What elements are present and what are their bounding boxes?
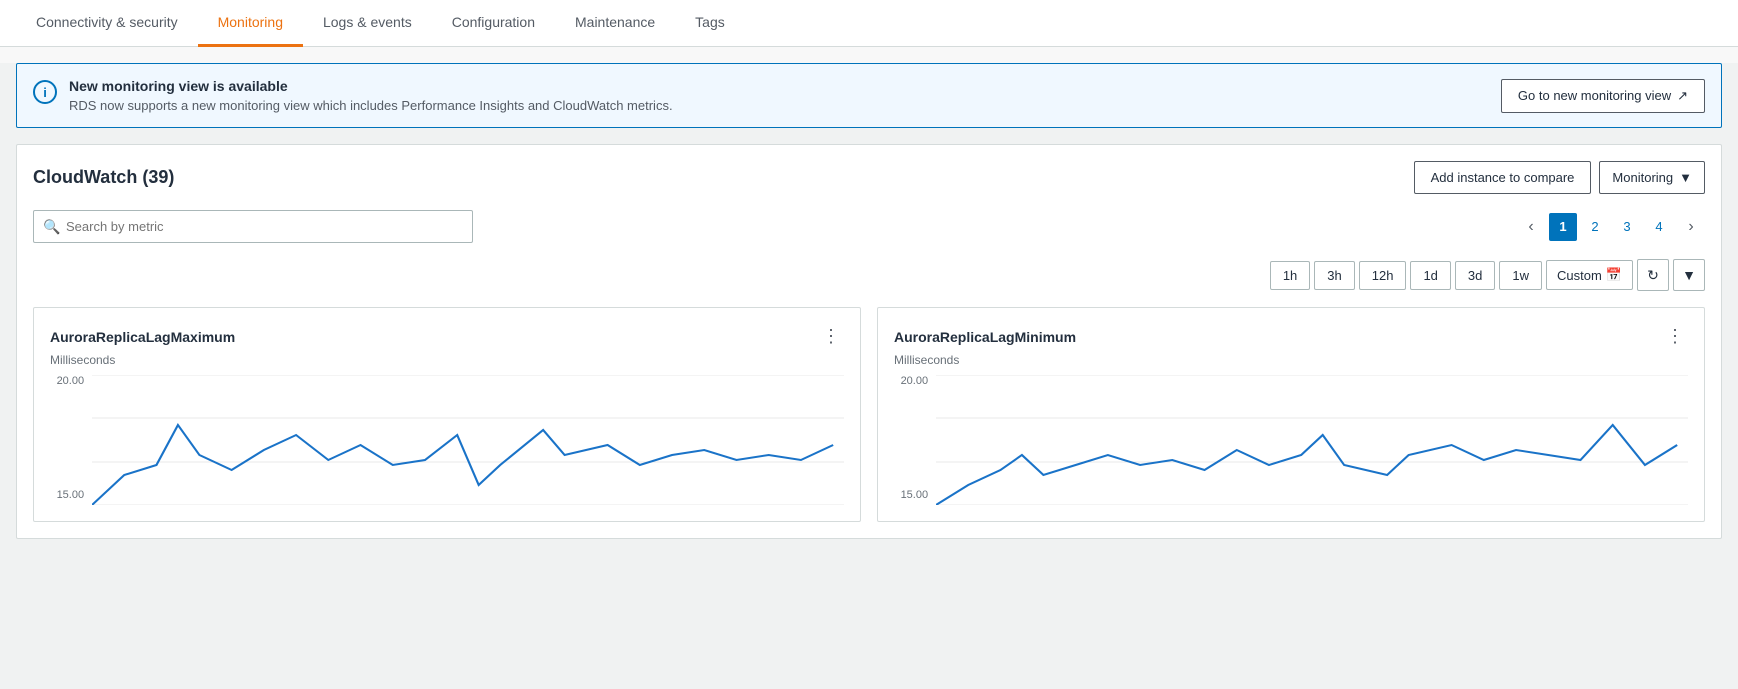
chart-card-1: AuroraReplicaLagMaximum ⋮ Milliseconds 2… xyxy=(33,307,861,522)
chart-2-svg xyxy=(936,375,1688,505)
monitoring-dropdown-button[interactable]: Monitoring ▼ xyxy=(1599,161,1705,194)
tab-logs[interactable]: Logs & events xyxy=(303,0,432,47)
chart-2-body: 20.00 15.00 xyxy=(894,375,1688,505)
monitoring-dropdown-label: Monitoring xyxy=(1612,170,1673,185)
pagination: ‹ 1 2 3 4 › xyxy=(1517,213,1705,241)
tab-maintenance[interactable]: Maintenance xyxy=(555,0,675,47)
go-to-new-monitoring-button[interactable]: Go to new monitoring view ↗ xyxy=(1501,79,1705,113)
banner-title: New monitoring view is available xyxy=(69,78,673,94)
cloudwatch-actions: Add instance to compare Monitoring ▼ xyxy=(1414,161,1705,194)
tab-tags[interactable]: Tags xyxy=(675,0,745,47)
chart-2-title: AuroraReplicaLagMinimum xyxy=(894,329,1076,345)
chart-card-1-header: AuroraReplicaLagMaximum ⋮ xyxy=(50,324,844,349)
chart-1-y-axis: 20.00 15.00 xyxy=(50,375,84,505)
chart-options-dropdown[interactable]: ▼ xyxy=(1673,259,1705,291)
chevron-down-icon: ▼ xyxy=(1679,170,1692,185)
go-to-new-monitoring-label: Go to new monitoring view xyxy=(1518,88,1671,103)
search-bar-row: 🔍 ‹ 1 2 3 4 › xyxy=(33,210,1705,243)
info-banner-text: New monitoring view is available RDS now… xyxy=(69,78,673,113)
external-link-icon: ↗ xyxy=(1677,88,1688,104)
time-custom-button[interactable]: Custom 📅 xyxy=(1546,260,1633,290)
pagination-next-button[interactable]: › xyxy=(1677,213,1705,241)
time-1d-button[interactable]: 1d xyxy=(1410,261,1450,290)
pagination-prev-button[interactable]: ‹ xyxy=(1517,213,1545,241)
pagination-page-4[interactable]: 4 xyxy=(1645,213,1673,241)
chart-1-unit: Milliseconds xyxy=(50,353,844,367)
chart-card-2: AuroraReplicaLagMinimum ⋮ Milliseconds 2… xyxy=(877,307,1705,522)
chart-1-menu-button[interactable]: ⋮ xyxy=(818,324,844,349)
chart-1-y-max: 20.00 xyxy=(50,375,84,387)
tab-monitoring[interactable]: Monitoring xyxy=(198,0,303,47)
refresh-icon: ↻ xyxy=(1647,267,1659,284)
cloudwatch-header: CloudWatch (39) Add instance to compare … xyxy=(33,161,1705,194)
time-12h-button[interactable]: 12h xyxy=(1359,261,1407,290)
chart-2-menu-button[interactable]: ⋮ xyxy=(1662,324,1688,349)
tab-bar: Connectivity & security Monitoring Logs … xyxy=(0,0,1738,47)
main-content: i New monitoring view is available RDS n… xyxy=(0,63,1738,689)
charts-grid: AuroraReplicaLagMaximum ⋮ Milliseconds 2… xyxy=(33,307,1705,522)
tab-connectivity[interactable]: Connectivity & security xyxy=(16,0,198,47)
calendar-icon: 📅 xyxy=(1606,267,1622,283)
banner-description: RDS now supports a new monitoring view w… xyxy=(69,98,673,113)
info-banner: i New monitoring view is available RDS n… xyxy=(16,63,1722,128)
pagination-page-3[interactable]: 3 xyxy=(1613,213,1641,241)
tab-configuration[interactable]: Configuration xyxy=(432,0,555,47)
chart-1-svg xyxy=(92,375,844,505)
chart-1-title: AuroraReplicaLagMaximum xyxy=(50,329,235,345)
time-3d-button[interactable]: 3d xyxy=(1455,261,1495,290)
refresh-button[interactable]: ↻ xyxy=(1637,259,1669,291)
info-banner-left: i New monitoring view is available RDS n… xyxy=(33,78,673,113)
pagination-page-2[interactable]: 2 xyxy=(1581,213,1609,241)
chart-2-y-min: 15.00 xyxy=(894,489,928,501)
chart-2-unit: Milliseconds xyxy=(894,353,1688,367)
time-custom-label: Custom xyxy=(1557,268,1602,283)
time-3h-button[interactable]: 3h xyxy=(1314,261,1354,290)
chevron-down-icon: ▼ xyxy=(1682,267,1696,283)
pagination-page-1[interactable]: 1 xyxy=(1549,213,1577,241)
search-input[interactable] xyxy=(33,210,473,243)
time-1h-button[interactable]: 1h xyxy=(1270,261,1310,290)
cloudwatch-title: CloudWatch (39) xyxy=(33,167,174,188)
time-filter-row: 1h 3h 12h 1d 3d 1w Custom 📅 ↻ ▼ xyxy=(33,259,1705,291)
chart-1-body: 20.00 15.00 xyxy=(50,375,844,505)
chart-2-y-axis: 20.00 15.00 xyxy=(894,375,928,505)
cloudwatch-section: CloudWatch (39) Add instance to compare … xyxy=(16,144,1722,539)
chart-1-y-min: 15.00 xyxy=(50,489,84,501)
search-icon: 🔍 xyxy=(43,218,60,235)
chart-2-y-max: 20.00 xyxy=(894,375,928,387)
time-1w-button[interactable]: 1w xyxy=(1499,261,1542,290)
chart-card-2-header: AuroraReplicaLagMinimum ⋮ xyxy=(894,324,1688,349)
add-instance-button[interactable]: Add instance to compare xyxy=(1414,161,1592,194)
info-icon: i xyxy=(33,80,57,104)
search-input-wrapper: 🔍 xyxy=(33,210,473,243)
